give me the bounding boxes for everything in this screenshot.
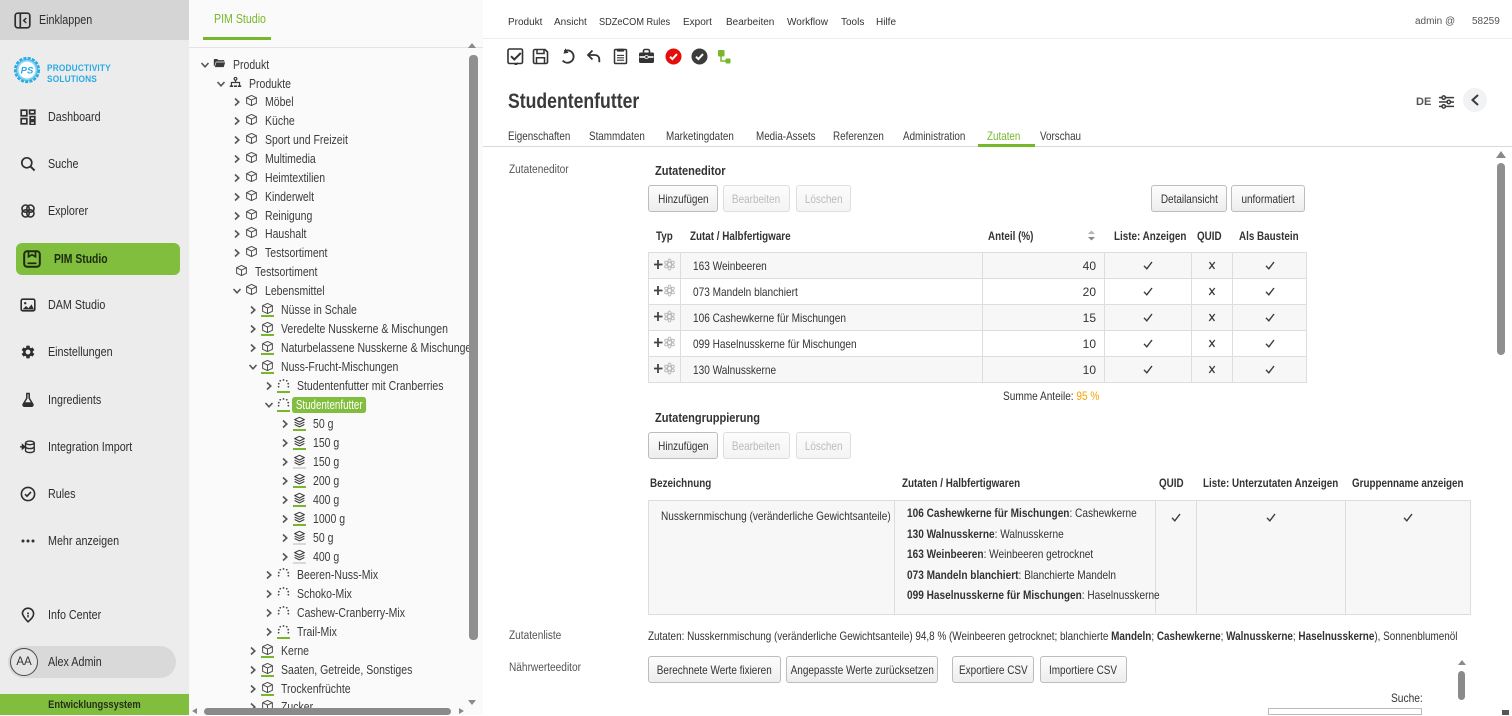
svg-text:PS: PS [21, 66, 34, 77]
